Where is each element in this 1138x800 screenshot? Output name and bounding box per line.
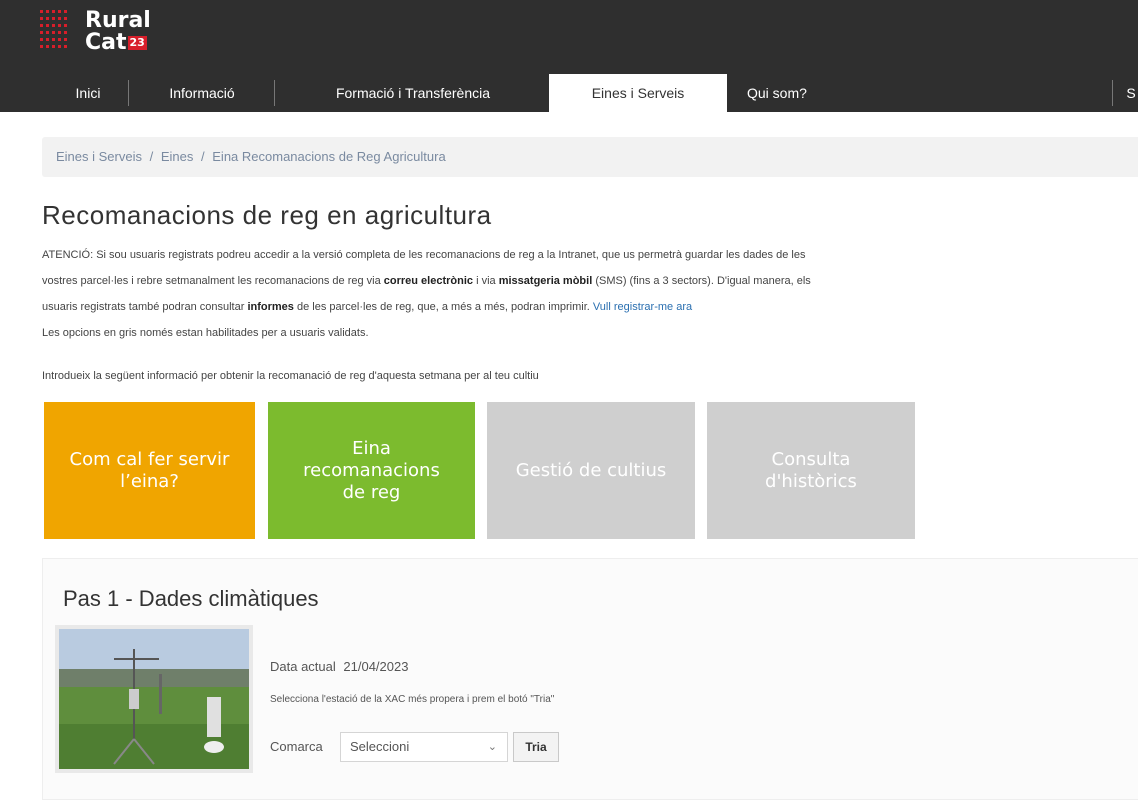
breadcrumb-separator: / [149,149,154,164]
tile-crop-management[interactable]: Gestió de cultius [487,402,695,539]
logo-dot [52,38,55,41]
logo-year-badge: 23 [127,36,147,50]
tile-text: Eina [352,437,391,459]
page-title: Recomanacions de reg en agricultura [42,200,492,230]
tile-history-query[interactable]: Consulta d'històrics [707,402,915,539]
comarca-select-value: Seleccioni [350,739,410,754]
notice-text: vostres parcel·les i rebre setmanalment … [42,275,384,287]
tile-text: Gestió de cultius [515,459,667,481]
logo-dot [40,31,43,34]
logo-dot [64,31,67,34]
logo-dot [58,31,61,34]
logo-dot [58,10,61,13]
nav-item-inici[interactable]: Inici [52,74,124,112]
nav-item-formacio[interactable]: Formació i Transferència [278,74,548,112]
tile-text: d'històrics [765,470,857,492]
breadcrumb-separator: / [201,149,205,164]
main-nav: Inici Informació Formació i Transferènci… [0,74,1138,112]
logo-dot [40,24,43,27]
logo-dot [46,10,49,13]
tile-text: Consulta [771,448,851,470]
nav-item-informacio[interactable]: Informació [132,74,272,112]
logo-dot [64,38,67,41]
logo-dot [46,38,49,41]
breadcrumb-link-eines-serveis[interactable]: Eines i Serveis [56,137,142,177]
nav-divider [274,80,275,106]
logo-dot [64,10,67,13]
date-value: 21/04/2023 [343,659,409,674]
notice-line-3: usuaris registrats també podran consulta… [42,294,1138,320]
notice-text: i via [473,275,499,287]
logo-dot [46,24,49,27]
date-label: Data actual [270,659,336,674]
logo-dot [40,45,43,48]
site-logo[interactable]: Rural Cat 23 [85,10,151,54]
nav-item-s[interactable]: S [1124,74,1138,112]
logo-dot [52,45,55,48]
logo-dots-icon [40,10,68,54]
logo-line-2: Cat [85,30,127,55]
breadcrumb-link-eines[interactable]: Eines [161,137,194,177]
tile-text: Com cal fer servir [69,448,230,470]
logo-dot [40,10,43,13]
tile-text: de reg [342,481,401,503]
logo-dot [64,17,67,20]
notice-text: usuaris registrats també podran consulta… [42,301,248,313]
breadcrumb-current: Eina Recomanacions de Reg Agricultura [212,149,446,164]
logo-dot [58,45,61,48]
chevron-down-icon: ⌄ [487,741,497,753]
breadcrumb: Eines i Serveis / Eines / Eina Recomanac… [42,137,1138,177]
date-row: Data actual 21/04/2023 [270,659,408,674]
weather-station-image [59,629,249,769]
intro-text: Introdueix la següent informació per obt… [42,370,539,382]
logo-dot [46,45,49,48]
logo-dot [58,24,61,27]
nav-item-qui-som[interactable]: Qui som? [727,74,867,112]
tile-text: recomanacions [303,459,440,481]
notice-sms-bold: missatgeria mòbil [498,275,593,287]
logo-dot [46,31,49,34]
logo-dot [52,17,55,20]
logo-dot [40,17,43,20]
notice-text: de les parcel·les de reg, que, a més a m… [293,301,593,313]
tile-irrigation-tool[interactable]: Eina recomanacions de reg [268,402,475,539]
notice-email-bold: correu electrònic [383,275,474,287]
weather-station-photo [55,625,253,773]
logo-dot [64,24,67,27]
tria-button[interactable]: Tria [513,732,559,762]
nav-item-eines-serveis[interactable]: Eines i Serveis [549,74,727,112]
step1-title: Pas 1 - Dades climàtiques [63,586,319,611]
register-link[interactable]: Vull registrar-me ara [593,301,692,313]
logo-dot [58,38,61,41]
notice-text: (SMS) (fins a 3 sectors). D'igual manera… [592,275,811,287]
logo-line-1: Rural [85,8,151,33]
nav-divider [1112,80,1113,106]
logo-dot [58,17,61,20]
comarca-label: Comarca [270,739,323,754]
notice-line-2: vostres parcel·les i rebre setmanalment … [42,268,1138,294]
top-header: Rural Cat 23 Inici Informació Formació i … [0,0,1138,112]
tile-text: l’eina? [120,470,179,492]
logo-dot [52,24,55,27]
logo-dot [46,17,49,20]
tile-how-to-use[interactable]: Com cal fer servir l’eina? [44,402,255,539]
step1-instruction: Selecciona l'estació de la XAC més prope… [270,694,555,705]
comarca-select[interactable]: Seleccioni ⌄ [340,732,508,762]
logo-dot [52,10,55,13]
notice-line-1: ATENCIÓ: Si sou usuaris registrats podre… [42,249,806,261]
gray-options-note: Les opcions en gris només estan habilita… [42,327,369,339]
logo-dot [64,45,67,48]
logo-dot [52,31,55,34]
logo-dot [40,38,43,41]
notice-reports-bold: informes [247,301,294,313]
nav-divider [128,80,129,106]
